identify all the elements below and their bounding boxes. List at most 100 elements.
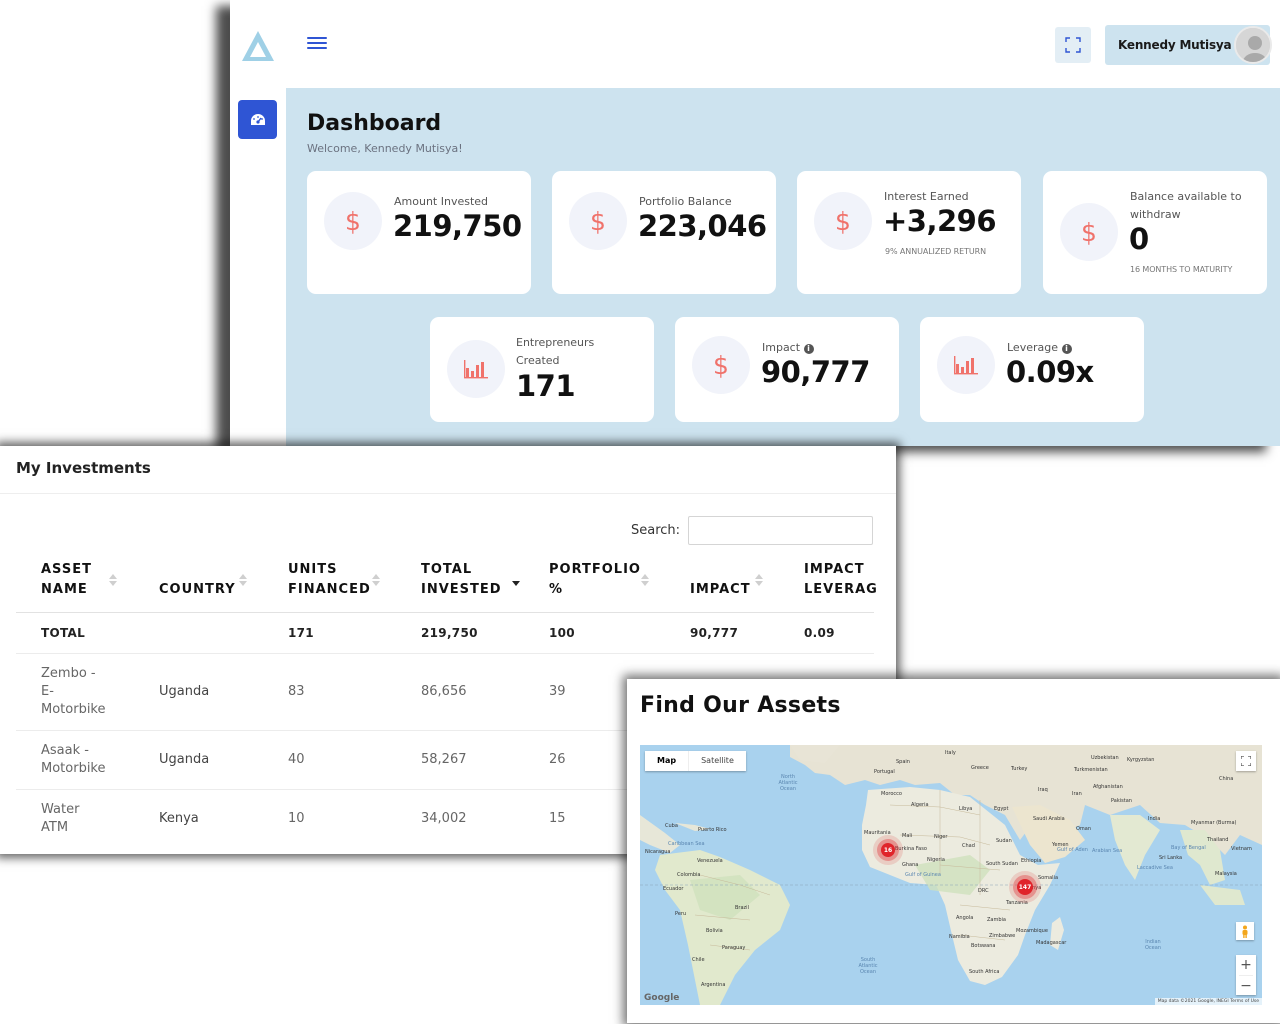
welcome-text: Welcome, Kennedy Mutisya! bbox=[307, 142, 463, 155]
zoom-out-button[interactable]: − bbox=[1239, 975, 1253, 995]
map-type-satellite-button[interactable]: Satellite bbox=[688, 751, 746, 771]
column-header-units-financed[interactable]: UNITS FINANCED bbox=[288, 560, 371, 600]
column-header-impact-leverage[interactable]: IMPACT LEVERAG bbox=[804, 560, 878, 600]
map-label: Mali bbox=[902, 833, 913, 839]
map-label: Uzbekistan bbox=[1091, 755, 1119, 761]
header-line: FINANCED bbox=[288, 582, 371, 597]
hamburger-menu-icon[interactable] bbox=[307, 34, 327, 54]
fullscreen-icon bbox=[1065, 37, 1081, 53]
street-view-pegman-button[interactable] bbox=[1236, 922, 1254, 940]
sort-icon[interactable] bbox=[109, 574, 117, 588]
user-menu[interactable]: Kennedy Mutisya bbox=[1105, 25, 1272, 65]
map-label: Oman bbox=[1076, 826, 1092, 832]
card-interest-earned: $ Interest Earned +3,296 9% ANNUALIZED R… bbox=[797, 171, 1021, 294]
map-title: Find Our Assets bbox=[640, 693, 841, 718]
map-label: Saudi Arabia bbox=[1033, 816, 1065, 822]
ocean-label: North Atlantic Ocean bbox=[778, 774, 798, 792]
sort-icon[interactable] bbox=[641, 574, 649, 588]
map-label: Turkey bbox=[1011, 766, 1028, 772]
speedometer-icon bbox=[250, 113, 265, 125]
sort-icon[interactable] bbox=[372, 574, 380, 588]
dashboard-window: Kennedy Mutisya Dashboard Welcome, Kenne… bbox=[230, 0, 1280, 446]
card-subtext: 16 MONTHS TO MATURITY bbox=[1130, 265, 1233, 274]
info-icon[interactable]: i bbox=[1061, 344, 1072, 354]
card-label: Entrepreneurs Created bbox=[516, 336, 595, 367]
divider bbox=[0, 493, 896, 494]
logo-icon[interactable] bbox=[240, 28, 276, 64]
header-line: % bbox=[549, 582, 564, 597]
map-label: Mozambique bbox=[1016, 928, 1048, 934]
column-header-portfolio[interactable]: PORTFOLIO% bbox=[549, 560, 641, 600]
card-value: 223,046 bbox=[638, 209, 767, 243]
map-label: Libya bbox=[959, 806, 973, 812]
search-input[interactable] bbox=[688, 516, 873, 545]
column-header-asset-name[interactable]: ASSET NAME bbox=[41, 560, 92, 600]
map-fullscreen-button[interactable] bbox=[1236, 751, 1256, 771]
map-label: Iraq bbox=[1038, 787, 1048, 793]
header-line: COUNTRY bbox=[159, 582, 236, 597]
investments-title: My Investments bbox=[16, 459, 151, 477]
cell-country: Uganda bbox=[159, 684, 210, 699]
info-icon[interactable]: i bbox=[803, 344, 814, 354]
map-label: Argentina bbox=[701, 982, 726, 988]
map-label: Afghanistan bbox=[1093, 784, 1123, 790]
card-label: Balance available to withdraw bbox=[1130, 190, 1242, 221]
header-line bbox=[690, 560, 751, 580]
column-header-impact[interactable]: IMPACT bbox=[690, 560, 751, 600]
header-line bbox=[159, 560, 236, 580]
card-subtext: 9% ANNUALIZED RETURN bbox=[885, 247, 986, 256]
map-label: Chile bbox=[692, 957, 705, 963]
map-label: Niger bbox=[934, 834, 948, 840]
world-map[interactable]: Spain Portugal Italy Greece Turkey Uzbek… bbox=[640, 745, 1262, 1005]
map-label: Somalia bbox=[1038, 875, 1059, 881]
cell-units: 40 bbox=[288, 752, 305, 767]
cell-portfolio: 26 bbox=[549, 752, 566, 767]
header-line: LEVERAG bbox=[804, 582, 878, 597]
avatar[interactable] bbox=[1234, 26, 1272, 64]
pegman-icon bbox=[1242, 925, 1248, 938]
card-leverage: Leverage i 0.09x bbox=[920, 317, 1144, 422]
map-label: Vietnam bbox=[1231, 846, 1252, 852]
map-marker-cluster[interactable]: 16 bbox=[881, 843, 895, 857]
cell-portfolio: 15 bbox=[549, 811, 566, 826]
cell-units: 10 bbox=[288, 811, 305, 826]
map-label: Ghana bbox=[902, 862, 919, 868]
column-header-total-invested[interactable]: TOTAL INVESTED bbox=[421, 560, 502, 600]
map-label: Sri Lanka bbox=[1159, 855, 1183, 861]
cell-line: Motorbike bbox=[41, 702, 106, 717]
ocean-label: Gulf of Aden bbox=[1057, 847, 1088, 853]
cell: 100 bbox=[549, 626, 575, 640]
dollar-icon: $ bbox=[569, 192, 627, 250]
sidebar-item-dashboard[interactable] bbox=[238, 100, 277, 139]
map-label: South Africa bbox=[969, 969, 1000, 975]
google-logo: Google bbox=[644, 993, 680, 1003]
map-label: Myanmar (Burma) bbox=[1191, 820, 1237, 826]
fullscreen-button[interactable] bbox=[1055, 27, 1091, 63]
map-label: South Sudan bbox=[986, 861, 1018, 867]
cell-units: 83 bbox=[288, 684, 305, 699]
sort-icon[interactable] bbox=[239, 574, 247, 588]
cell-asset-name: Water ATM bbox=[41, 801, 79, 837]
map-attribution[interactable]: Map data ©2021 Google, INEGI Terms of Us… bbox=[1154, 998, 1262, 1005]
zoom-control: + − bbox=[1236, 955, 1256, 995]
map-marker-cluster[interactable]: 147 bbox=[1017, 879, 1033, 895]
sort-desc-icon[interactable] bbox=[512, 574, 520, 588]
map-window: Find Our Assets Spain Portugal Italy Gre… bbox=[627, 679, 1280, 1023]
map-label: Bolivia bbox=[706, 928, 723, 934]
ocean-label: Caribbean Sea bbox=[668, 841, 705, 847]
sort-icon[interactable] bbox=[755, 574, 763, 588]
cell-asset-name: Asaak - Motorbike bbox=[41, 742, 106, 778]
map-label: Algeria bbox=[911, 802, 929, 808]
zoom-in-button[interactable]: + bbox=[1240, 955, 1252, 975]
page-title: Dashboard bbox=[307, 111, 442, 136]
card-balance-available: $ Balance available to withdraw 0 16 MON… bbox=[1043, 171, 1267, 294]
card-portfolio-balance: $ Portfolio Balance 223,046 bbox=[552, 171, 776, 294]
header-line: UNITS bbox=[288, 562, 338, 577]
map-type-map-button[interactable]: Map bbox=[645, 751, 688, 771]
map-label: Zambia bbox=[987, 917, 1006, 923]
card-value: +3,296 bbox=[883, 204, 997, 238]
map-label: Iran bbox=[1072, 791, 1082, 797]
map-land bbox=[640, 745, 1262, 1005]
column-header-country[interactable]: COUNTRY bbox=[159, 560, 236, 600]
map-label: Malaysia bbox=[1215, 871, 1237, 877]
